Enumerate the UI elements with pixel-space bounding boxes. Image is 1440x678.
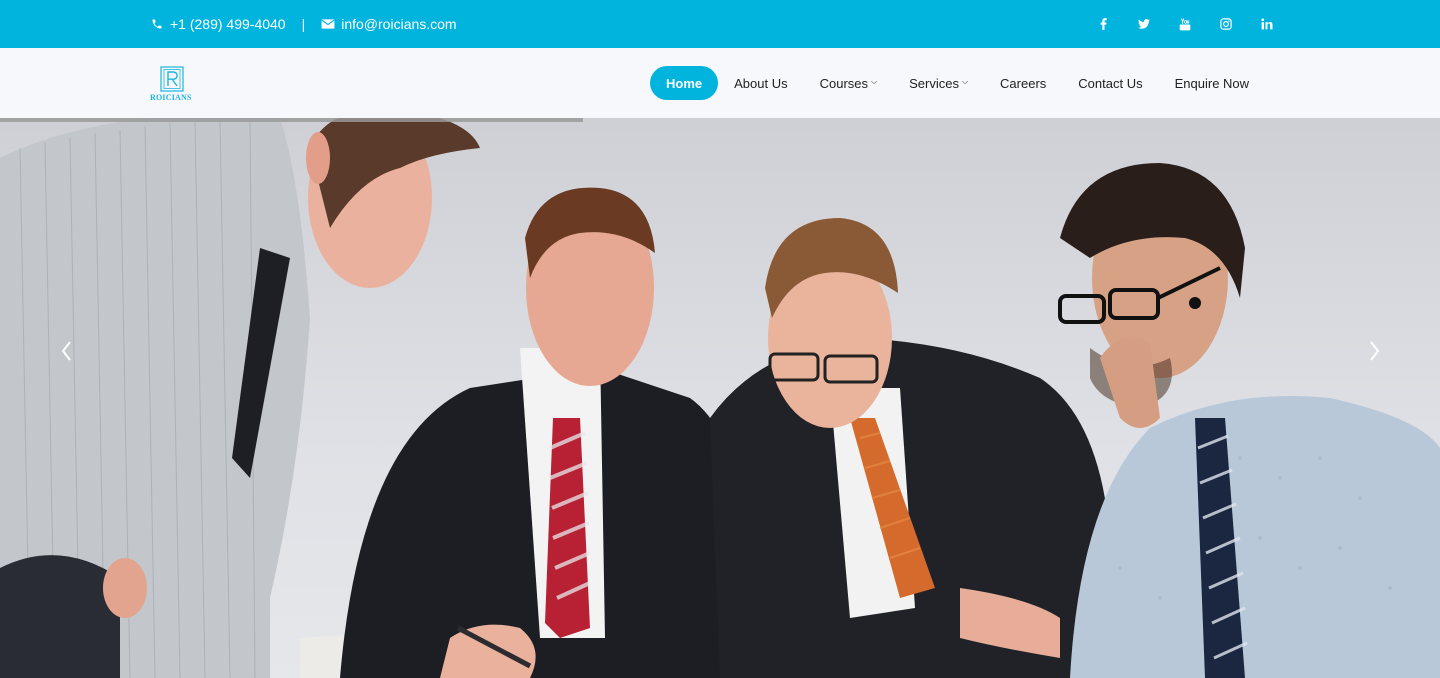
chevron-down-icon: ⌵ (961, 77, 969, 86)
chevron-left-icon[interactable] (55, 336, 79, 366)
site-logo[interactable]: ROICIANS (150, 66, 196, 106)
nav-item-services[interactable]: Services ⌵ (893, 66, 984, 100)
facebook-icon[interactable] (1096, 17, 1110, 31)
nav-item-label: Contact Us (1078, 75, 1143, 91)
nav-item-label: Careers (1000, 75, 1047, 91)
top-bar: +1 (289) 499-4040 | info@roicians.com (0, 0, 1440, 48)
nav-item-contact-us[interactable]: Contact Us (1062, 66, 1158, 100)
linkedin-icon[interactable] (1260, 17, 1274, 31)
contact-separator: | (301, 16, 306, 32)
youtube-icon[interactable] (1178, 17, 1192, 31)
nav-item-careers[interactable]: Careers (984, 66, 1062, 100)
nav-item-label: Courses (819, 75, 869, 91)
chevron-down-icon: ⌵ (871, 77, 878, 86)
hero-photo (0, 118, 1440, 678)
contact-info: +1 (289) 499-4040 | info@roicians.com (150, 0, 457, 48)
nav-item-enquire-now[interactable]: Enquire Now (1159, 66, 1265, 100)
email-link[interactable]: info@roicians.com (341, 16, 456, 32)
nav-item-label: Services (909, 75, 959, 91)
phone-icon (150, 17, 164, 31)
main-menu: Home About Us Courses ⌵ Services ⌵ Careers… (650, 66, 1265, 100)
nav-item-about-us[interactable]: About Us (718, 66, 803, 100)
logo-mark-icon (160, 66, 184, 92)
slide-progress-bar (0, 118, 583, 122)
logo-wordmark: ROICIANS (150, 93, 192, 102)
social-links (1096, 0, 1274, 48)
chevron-right-icon[interactable] (1362, 336, 1386, 366)
nav-item-courses[interactable]: Courses ⌵ (804, 66, 894, 100)
twitter-icon[interactable] (1137, 17, 1151, 31)
nav-item-home[interactable]: Home (650, 66, 719, 100)
phone-link[interactable]: +1 (289) 499-4040 (170, 16, 286, 32)
hero-slider (0, 118, 1440, 678)
nav-item-label: Home (666, 75, 703, 91)
envelope-icon (321, 17, 335, 31)
instagram-icon[interactable] (1219, 17, 1233, 31)
nav-item-label: Enquire Now (1174, 75, 1250, 91)
nav-item-label: About Us (734, 75, 788, 91)
